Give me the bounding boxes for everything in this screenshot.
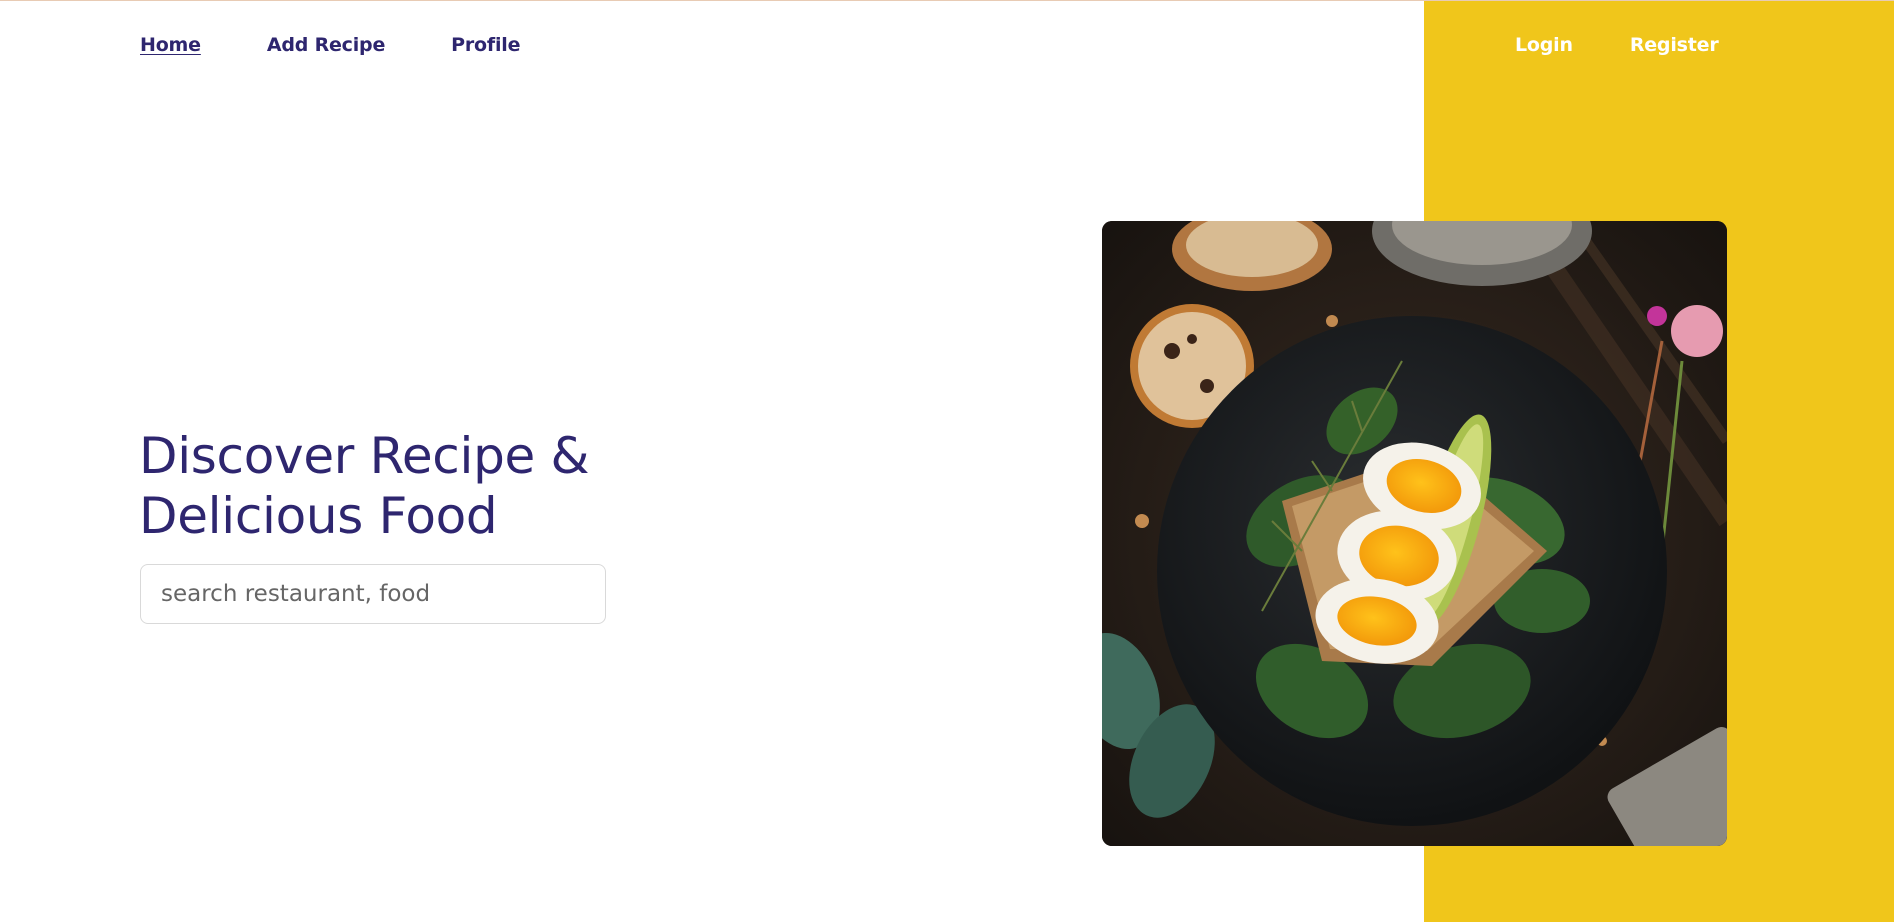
login-link[interactable]: Login: [1515, 34, 1573, 56]
auth-nav: Login Register: [1515, 34, 1719, 56]
nav-home-link[interactable]: Home: [140, 34, 201, 56]
nav-profile-link[interactable]: Profile: [451, 34, 520, 56]
food-photo-icon: [1102, 221, 1727, 846]
main-nav: Home Add Recipe Profile: [140, 34, 520, 56]
hero-food-image: [1102, 221, 1727, 846]
hero-title: Discover Recipe & Delicious Food: [139, 426, 659, 546]
nav-add-recipe-link[interactable]: Add Recipe: [267, 34, 386, 56]
hero-title-line-2: Delicious Food: [139, 487, 498, 545]
hero-title-line-1: Discover Recipe &: [139, 427, 590, 485]
register-link[interactable]: Register: [1630, 34, 1719, 56]
search-input[interactable]: [140, 564, 606, 624]
